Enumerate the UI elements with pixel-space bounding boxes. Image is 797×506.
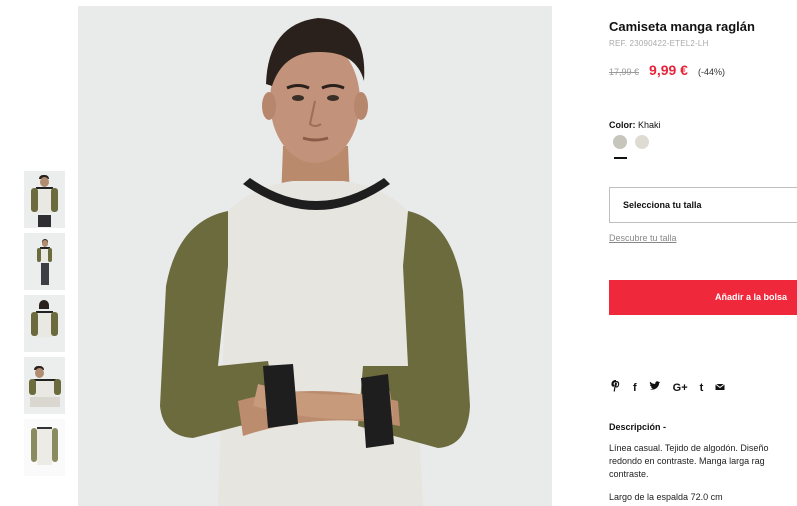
- thumbnail-full-body[interactable]: [24, 233, 65, 290]
- color-swatch-khaki[interactable]: [613, 135, 627, 149]
- email-icon[interactable]: [715, 382, 726, 394]
- size-select[interactable]: Selecciona tu talla: [609, 187, 797, 223]
- facebook-icon[interactable]: f: [633, 382, 637, 394]
- color-label: Color:: [609, 120, 636, 130]
- color-swatches: [613, 135, 649, 149]
- thumbnail-back[interactable]: [24, 295, 65, 352]
- thumbnail-seated[interactable]: [24, 357, 65, 414]
- product-reference: REF. 23090422-ETEL2-LH: [609, 39, 709, 48]
- description-title: Descripción -: [609, 422, 667, 432]
- size-guide-link[interactable]: Descubre tu talla: [609, 233, 677, 243]
- twitter-icon[interactable]: [649, 381, 661, 394]
- thumbnail-flat[interactable]: [24, 419, 65, 476]
- product-title: Camiseta manga raglán: [609, 19, 755, 34]
- color-value: Khaki: [638, 120, 661, 130]
- description-line: contraste.: [609, 469, 649, 479]
- thumbnail-front[interactable]: [24, 171, 65, 228]
- main-product-image[interactable]: [78, 6, 552, 506]
- description-text: Línea casual. Tejido de algodón. Diseño …: [609, 442, 797, 481]
- back-length: Largo de la espalda 72.0 cm: [609, 492, 723, 502]
- price-row: 17,99 € 9,99 € (-44%): [609, 62, 725, 78]
- pinterest-icon[interactable]: [611, 379, 621, 395]
- discount-badge: (-44%): [697, 67, 725, 77]
- tumblr-icon[interactable]: t: [700, 382, 704, 394]
- sale-price: 9,99 €: [649, 62, 688, 78]
- selected-swatch-indicator: [614, 157, 627, 159]
- description-line: redondo en contraste. Manga larga rag: [609, 456, 765, 466]
- description-line: Línea casual. Tejido de algodón. Diseño: [609, 443, 769, 453]
- google-plus-icon[interactable]: G+: [673, 382, 688, 394]
- color-swatch-light[interactable]: [635, 135, 649, 149]
- share-icons: f G+ t: [611, 379, 726, 395]
- thumbnail-list: [24, 171, 66, 481]
- original-price: 17,99 €: [609, 67, 640, 77]
- add-to-bag-button[interactable]: Añadir a la bolsa: [609, 280, 797, 315]
- color-label-row: Color: Khaki: [609, 120, 661, 130]
